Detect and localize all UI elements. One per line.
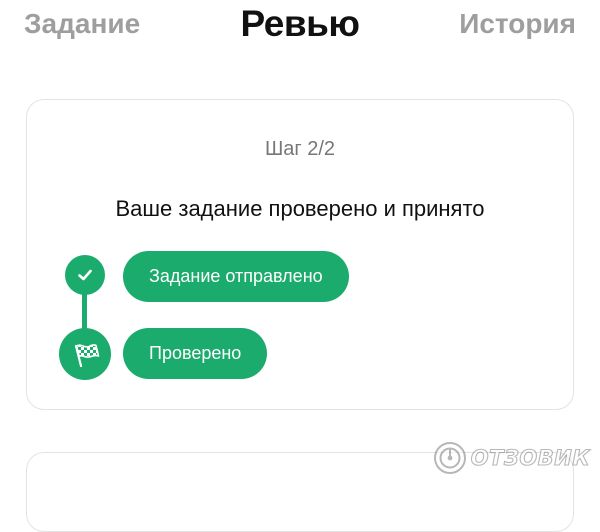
- status-pill-sent: Задание отправлено: [123, 251, 349, 302]
- top-tab-bar: Задание Ревью История: [0, 0, 600, 60]
- review-status-title: Ваше задание проверено и принято: [115, 196, 485, 221]
- timeline-node-reviewed: [59, 328, 111, 380]
- review-status-card: Шаг 2/2 Ваше задание проверено и принято…: [26, 99, 574, 410]
- status-pill-reviewed: Проверено: [123, 328, 268, 379]
- step-indicator: Шаг 2/2: [264, 138, 336, 160]
- check-icon: [78, 269, 92, 281]
- timeline-node-sent: [65, 255, 105, 295]
- otzovik-watermark: ОТЗОВИК: [433, 441, 590, 475]
- tab-history[interactable]: История: [459, 8, 576, 40]
- otzovik-logo-icon: [433, 442, 466, 474]
- finish-flag-icon: [74, 344, 100, 368]
- watermark-text: ОТЗОВИК: [470, 445, 590, 470]
